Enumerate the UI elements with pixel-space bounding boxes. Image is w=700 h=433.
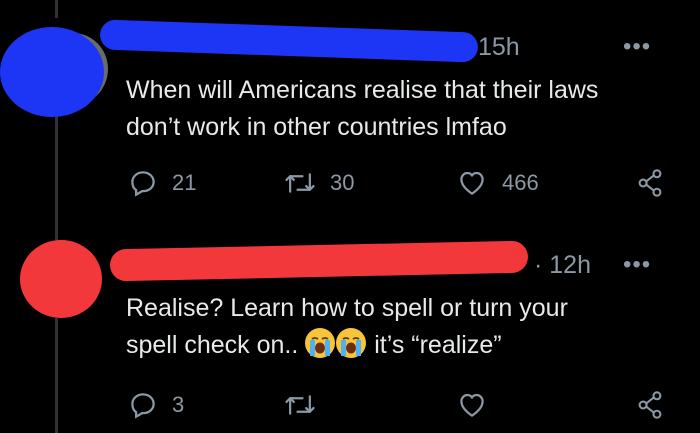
tweet-text-segment: it’s “realize”	[374, 331, 502, 359]
share-icon	[638, 169, 662, 197]
redacted-username	[99, 19, 479, 63]
reply-icon	[131, 393, 155, 419]
avatar[interactable]	[0, 27, 104, 117]
like-icon	[460, 393, 484, 417]
reply-count: 21	[172, 170, 197, 195]
tweet-timestamp[interactable]: · 12h	[534, 251, 591, 280]
like-icon	[460, 171, 484, 195]
tweet-text-line: don’t work in other countries lmfao	[126, 113, 507, 141]
more-options-button[interactable]: •••	[623, 251, 651, 279]
retweet-icon	[285, 395, 315, 415]
thread-line-middle	[55, 110, 58, 240]
tweet-text-segment: spell check on..	[126, 331, 299, 359]
retweet-count: 30	[330, 170, 355, 195]
retweet-button[interactable]: 30	[284, 168, 354, 198]
redacted-username	[109, 240, 529, 282]
share-icon	[638, 391, 662, 419]
tweet-text-line: When will Americans realise that their l…	[126, 76, 599, 104]
reply-button[interactable]: 3	[128, 390, 184, 420]
share-button[interactable]	[636, 390, 664, 420]
reply-count: 3	[172, 392, 185, 417]
like-button[interactable]	[456, 390, 488, 420]
more-options-button[interactable]: •••	[623, 33, 651, 61]
share-button[interactable]	[636, 168, 664, 198]
like-button[interactable]: 466	[456, 168, 539, 198]
avatar[interactable]	[20, 240, 102, 318]
tweet-text-line: Realise? Learn how to spell or turn your	[126, 294, 568, 322]
retweet-button[interactable]	[284, 390, 316, 420]
tweet-timestamp[interactable]: 15h	[478, 33, 520, 62]
loudly-crying-face-icon	[336, 328, 367, 358]
thread-line-bottom	[55, 318, 58, 433]
like-count: 466	[502, 170, 539, 195]
retweet-icon	[285, 173, 315, 193]
loudly-crying-face-icon	[305, 328, 336, 358]
reply-button[interactable]: 21	[128, 168, 196, 198]
tweet-text-line-2: spell check on.. it’s “realize”	[126, 327, 502, 363]
reply-icon	[131, 171, 155, 197]
thread-line-top	[55, 0, 58, 18]
